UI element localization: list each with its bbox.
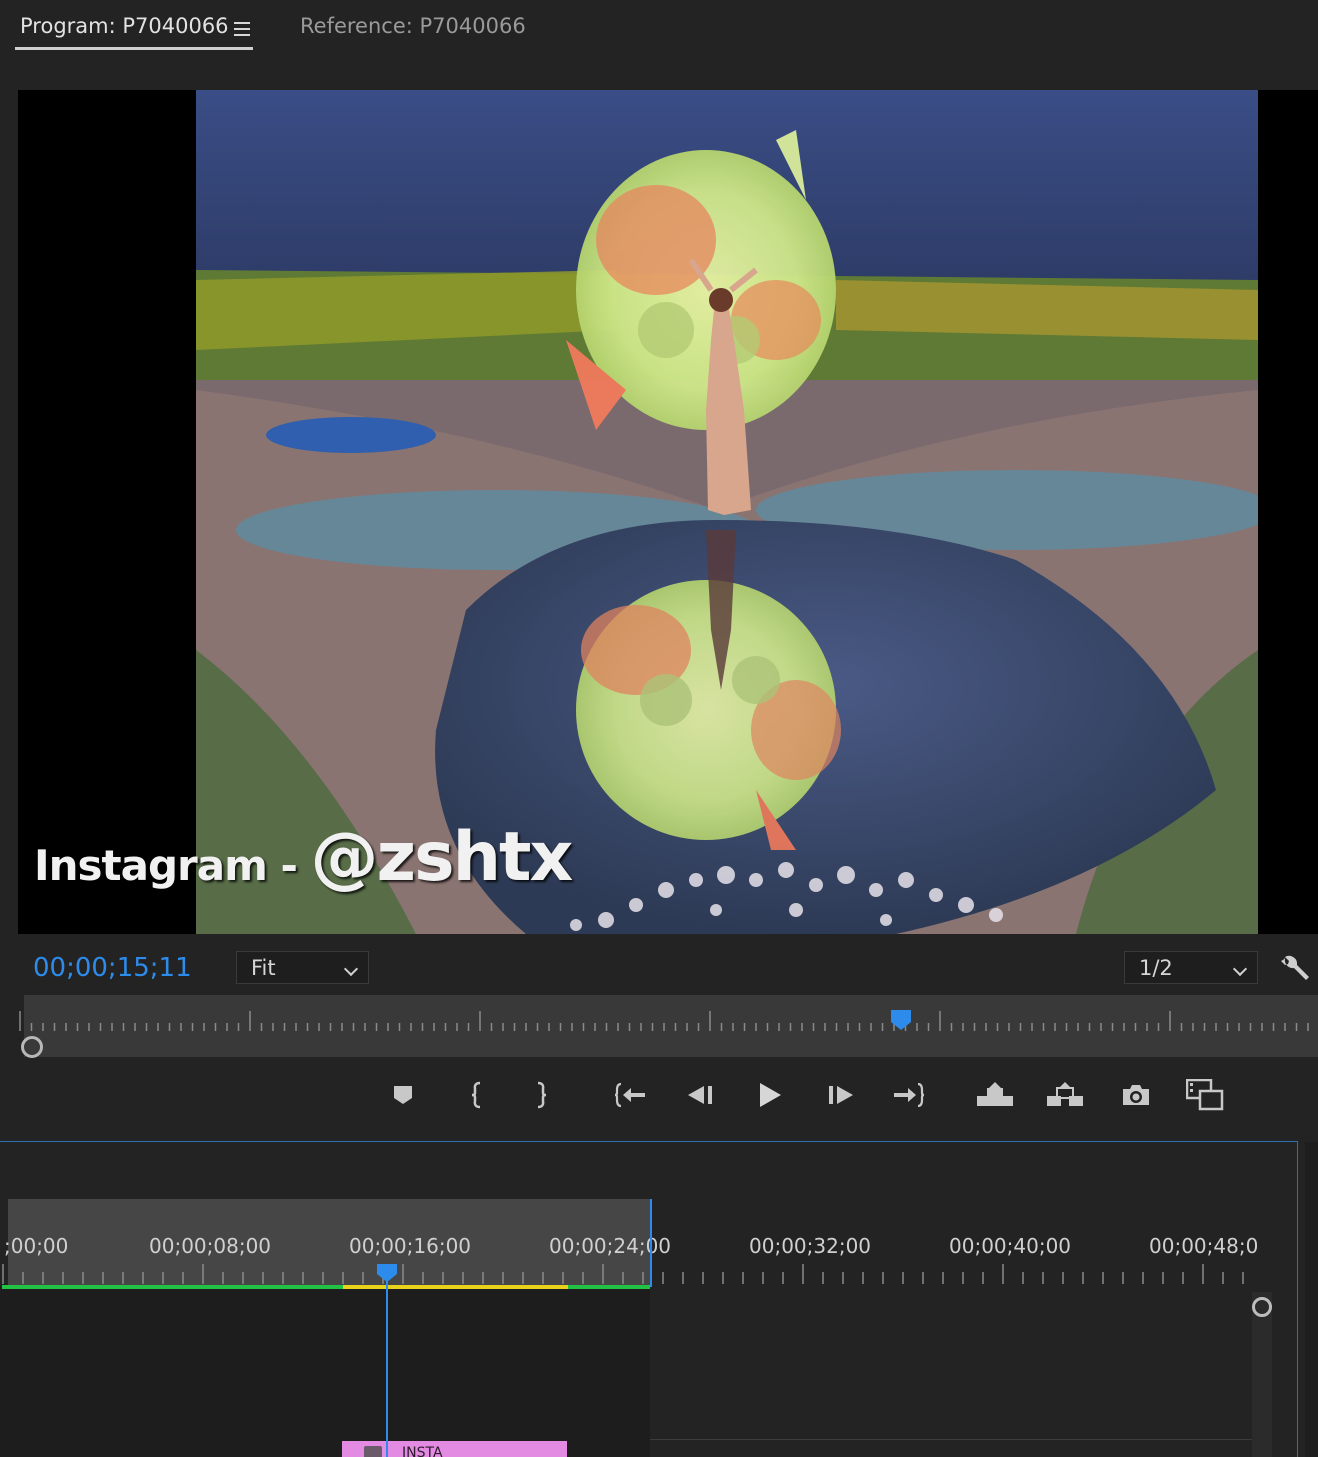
- comparison-view-icon: [1186, 1079, 1224, 1111]
- camera-icon: [1123, 1085, 1149, 1105]
- render-bar-rendered: [568, 1285, 650, 1289]
- track-divider: [650, 1439, 1252, 1440]
- ruler-label: 00;00;48;0: [1149, 1234, 1259, 1258]
- track-area-out-range: [650, 1287, 1252, 1457]
- watermark-prefix: Instagram -: [34, 841, 311, 890]
- ruler-label: ;00;00: [4, 1234, 69, 1258]
- chevron-down-icon: [343, 961, 359, 977]
- video-watermark: Instagram - @zshtx: [34, 818, 574, 897]
- playhead-timecode[interactable]: 00;00;15;11: [33, 953, 192, 983]
- chevron-down-icon: [1232, 961, 1248, 977]
- ruler-label: 00;00;24;00: [549, 1234, 672, 1258]
- step-back-button[interactable]: [680, 1077, 720, 1113]
- active-tab-underline: [15, 47, 253, 50]
- tab-reference[interactable]: Reference: P7040066: [300, 14, 526, 38]
- extract-button[interactable]: [1045, 1077, 1085, 1113]
- panel-menu-icon[interactable]: [234, 22, 250, 36]
- tab-program[interactable]: Program: P7040066: [20, 14, 229, 38]
- playback-resolution-value: 1/2: [1139, 956, 1173, 980]
- ruler-label: 00;00;32;00: [749, 1234, 872, 1258]
- timeline-playhead-handle[interactable]: [375, 1262, 399, 1284]
- step-forward-button[interactable]: [821, 1077, 861, 1113]
- render-bar-unrendered: [343, 1285, 568, 1289]
- mark-in-icon: [471, 1081, 481, 1109]
- go-to-in-icon: [615, 1082, 645, 1108]
- timeline-clip[interactable]: INSTA: [342, 1441, 567, 1457]
- panel-edge: [1305, 1142, 1318, 1457]
- work-area-end-marker[interactable]: [650, 1199, 652, 1287]
- render-bar-rendered: [2, 1285, 343, 1289]
- playback-resolution-select[interactable]: 1/2: [1124, 951, 1258, 984]
- play-button[interactable]: [750, 1077, 790, 1113]
- lift-icon: [977, 1082, 1013, 1106]
- timeline-ruler-ticks: [2, 1264, 1244, 1284]
- zoom-level-select[interactable]: Fit: [236, 951, 369, 984]
- monitor-playhead-handle[interactable]: [889, 1008, 913, 1032]
- step-back-icon: [688, 1086, 712, 1104]
- go-to-out-button[interactable]: [888, 1077, 928, 1113]
- track-area-in-range: [0, 1287, 650, 1457]
- mark-in-button[interactable]: [457, 1077, 497, 1113]
- program-monitor-panel: Program: P7040066 Reference: P7040066 In…: [0, 0, 1318, 1457]
- marker-icon: [394, 1086, 412, 1104]
- extract-icon: [1047, 1082, 1083, 1106]
- monitor-ruler-ticks: [19, 1011, 1309, 1031]
- clip-label: INSTA: [402, 1445, 443, 1457]
- ruler-label: 00;00;40;00: [949, 1234, 1072, 1258]
- video-frame-image: [196, 90, 1258, 934]
- ruler-label: 00;00;16;00: [349, 1234, 472, 1258]
- add-marker-button[interactable]: [383, 1077, 423, 1113]
- video-monitor: Instagram - @zshtx: [18, 90, 1318, 934]
- zoom-scroll-knob[interactable]: [21, 1036, 43, 1058]
- fx-badge-icon: [364, 1446, 382, 1457]
- go-to-out-icon: [894, 1082, 924, 1108]
- mark-out-button[interactable]: [521, 1077, 561, 1113]
- lift-button[interactable]: [975, 1077, 1015, 1113]
- go-to-in-button[interactable]: [611, 1077, 651, 1113]
- timeline-playhead-line: [386, 1279, 388, 1457]
- zoom-level-value: Fit: [251, 956, 276, 980]
- export-frame-button[interactable]: [1116, 1077, 1156, 1113]
- video-frame: [196, 90, 1258, 934]
- play-icon: [760, 1083, 781, 1107]
- step-forward-icon: [829, 1086, 853, 1104]
- settings-wrench-icon[interactable]: [1280, 952, 1312, 984]
- watermark-handle: @zshtx: [310, 818, 574, 897]
- comparison-view-button[interactable]: [1185, 1077, 1225, 1113]
- vertical-zoom-knob[interactable]: [1252, 1297, 1272, 1317]
- sequence-timeline: ;00;00 00;00;08;00 00;00;16;00 00;00;24;…: [0, 1141, 1318, 1457]
- mark-out-icon: [537, 1081, 547, 1109]
- ruler-label: 00;00;08;00: [149, 1234, 272, 1258]
